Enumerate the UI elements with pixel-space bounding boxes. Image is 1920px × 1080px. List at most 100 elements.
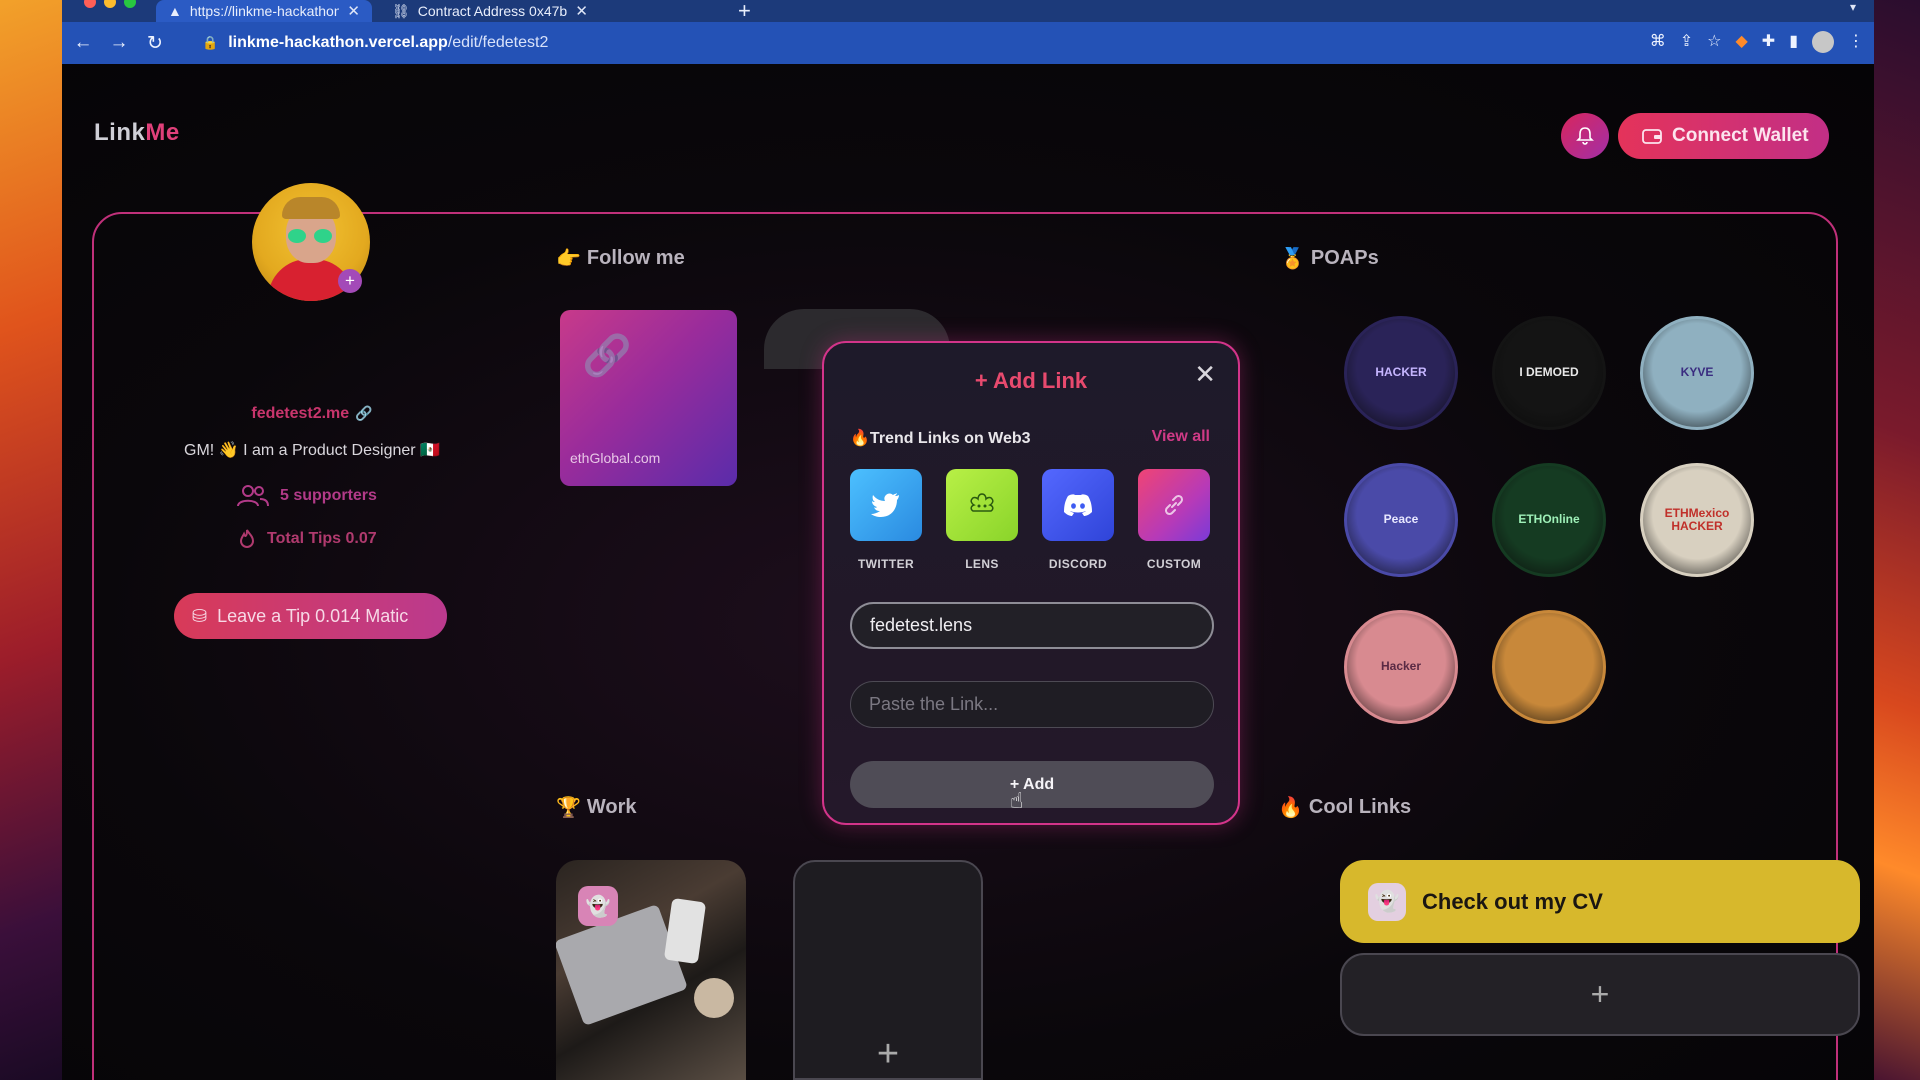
poap-label: ETHOnline [1518, 512, 1580, 527]
add-link-modal: + Add Link ✕ 🔥Trend Links on Web3 View a… [822, 341, 1240, 825]
poap-badge[interactable]: ETHOnline [1492, 463, 1606, 577]
twitter-icon [850, 469, 922, 541]
profile-avatar-icon[interactable] [1812, 31, 1834, 53]
profile-bio: GM! 👋 I am a Product Designer 🇲🇽 [184, 442, 440, 459]
trophy-icon: 🏆 [556, 797, 581, 819]
poap-badge[interactable]: Peace [1344, 463, 1458, 577]
poap-badge[interactable]: Hacker [1344, 610, 1458, 724]
sidebar-icon[interactable]: ▮ [1789, 31, 1798, 53]
desktop-wallpaper-left [0, 0, 62, 1080]
cool-link-cv-button[interactable]: 👻 Check out my CV [1340, 860, 1860, 943]
follow-me-title: Follow me [586, 247, 685, 269]
tab-linkme[interactable]: ▲ https://linkme-hackathon.verce ✕ [156, 0, 372, 22]
cool-links-heading: 🔥 Cool Links [1278, 795, 1411, 820]
toolbar-actions: ⌘ ⇪ ☆ ◆ ✚ ▮ ⋮ [1650, 31, 1864, 53]
users-icon [237, 485, 269, 507]
trend-links-list: TWITTER LENS DISCORD CUSTOM [850, 469, 1210, 571]
poap-badge[interactable]: I DEMOED [1492, 316, 1606, 430]
reload-icon[interactable]: ↻ [140, 32, 170, 55]
profile-username[interactable]: fedetest2.me 🔗 [212, 405, 412, 423]
poaps-heading: 🏅 POAPs [1280, 246, 1379, 271]
share-icon[interactable]: ⇪ [1680, 31, 1693, 53]
social-name: DISCORD [1048, 557, 1108, 571]
modal-title: + Add Link [974, 368, 1088, 393]
leave-tip-button[interactable]: ⛁ Leave a Tip 0.014 Matic [174, 593, 447, 639]
follow-me-heading: 👉 Follow me [556, 246, 685, 271]
poap-label: HACKER [1375, 365, 1427, 380]
close-tab-icon[interactable]: ✕ [347, 2, 360, 20]
extensions-icon[interactable]: ✚ [1762, 31, 1775, 53]
close-tab-icon[interactable]: ✕ [575, 2, 588, 20]
menu-icon[interactable]: ⋮ [1848, 31, 1864, 53]
app-logo[interactable]: LinkMe [94, 119, 180, 147]
follow-link-label: ethGlobal.com [570, 450, 661, 466]
link-icon [1138, 469, 1210, 541]
poap-badge[interactable]: HACKER [1344, 316, 1458, 430]
handle-input[interactable] [850, 602, 1214, 649]
flame-icon [239, 529, 255, 548]
poap-badge[interactable] [1492, 610, 1606, 724]
maximize-window-button[interactable] [124, 0, 136, 8]
add-link-button[interactable]: + Add [850, 761, 1214, 808]
lens-icon [946, 469, 1018, 541]
translate-icon[interactable]: ⌘ [1650, 31, 1666, 53]
chain-link-glyph [1164, 494, 1184, 516]
minimize-window-button[interactable] [104, 0, 116, 8]
browser-toolbar: ← → ↻ 🔒 linkme-hackathon.vercel.app/edit… [62, 22, 1874, 64]
link-icon[interactable]: 🔗 [355, 405, 372, 421]
edit-avatar-button[interactable]: + [338, 269, 362, 293]
add-work-button[interactable]: + [793, 860, 983, 1080]
forward-icon[interactable]: → [104, 32, 134, 54]
poap-label: I DEMOED [1519, 365, 1579, 380]
back-icon[interactable]: ← [68, 32, 98, 54]
poap-label: KYVE [1680, 365, 1714, 380]
tab-contract[interactable]: ⛓ Contract Address 0x47b52e28 ✕ [380, 0, 600, 22]
bookmark-star-icon[interactable]: ☆ [1707, 31, 1721, 53]
ghost-icon: 👻 [1368, 882, 1406, 921]
social-option-lens[interactable]: LENS [946, 469, 1018, 571]
close-window-button[interactable] [84, 0, 96, 8]
add-cool-link-button[interactable]: + [1340, 953, 1860, 1036]
url-path: /edit/fedetest2 [447, 34, 549, 51]
tab-bar: ▲ https://linkme-hackathon.verce ✕ ⛓ Con… [62, 0, 1874, 24]
desktop-wallpaper-right [1874, 0, 1920, 1080]
follow-link-card[interactable]: 🔗 ethGlobal.com [560, 310, 737, 486]
connect-wallet-button[interactable]: Connect Wallet [1618, 113, 1829, 159]
tab-title: https://linkme-hackathon.verce [189, 3, 340, 19]
avatar-hat [282, 197, 340, 219]
new-tab-button[interactable]: + [738, 0, 751, 24]
notification-button[interactable] [1561, 113, 1609, 159]
supporters-count[interactable]: 5 supporters [236, 484, 377, 508]
social-option-twitter[interactable]: TWITTER [850, 469, 922, 571]
poap-badge[interactable]: ETHMexico HACKER [1640, 463, 1754, 577]
work-item-card[interactable]: 👻 [556, 860, 746, 1080]
social-option-discord[interactable]: DISCORD [1042, 469, 1114, 571]
social-option-custom[interactable]: CUSTOM [1138, 469, 1210, 571]
favicon-icon: ▲ [168, 3, 182, 19]
metamask-icon[interactable]: ◆ [1735, 31, 1747, 53]
avatar-glasses-right [314, 229, 332, 243]
total-tips: Total Tips 0.07 [237, 528, 377, 550]
poap-badge[interactable]: KYVE [1640, 316, 1754, 430]
view-all-link[interactable]: View all [1152, 428, 1210, 446]
ghost-icon: 👻 [578, 886, 618, 926]
social-name: TWITTER [857, 557, 915, 571]
poap-label: Peace [1383, 512, 1419, 527]
username-text: fedetest2.me [251, 405, 350, 422]
tab-search-icon[interactable]: ▾ [1850, 0, 1856, 14]
avatar-glasses-left [288, 229, 306, 243]
work-photo-cup [694, 978, 734, 1018]
address-bar[interactable]: 🔒 linkme-hackathon.vercel.app/edit/fedet… [190, 27, 1870, 59]
favicon-icon: ⛓ [392, 2, 410, 19]
chain-link-icon: 🔗 [582, 334, 632, 378]
fire-icon: 🔥 [1278, 797, 1303, 819]
mouse-cursor-icon: ☝ [1010, 788, 1024, 813]
link-url-input[interactable] [850, 681, 1214, 728]
url-host: linkme-hackathon.vercel.app [228, 34, 448, 51]
window-controls [84, 0, 136, 8]
coins-icon: ⛁ [192, 605, 208, 626]
lens-leaf-glyph [970, 493, 994, 512]
close-icon[interactable]: ✕ [1194, 359, 1216, 390]
poap-label: ETHMexico HACKER [1664, 505, 1730, 533]
tab-title: Contract Address 0x47b52e28 [417, 3, 568, 19]
